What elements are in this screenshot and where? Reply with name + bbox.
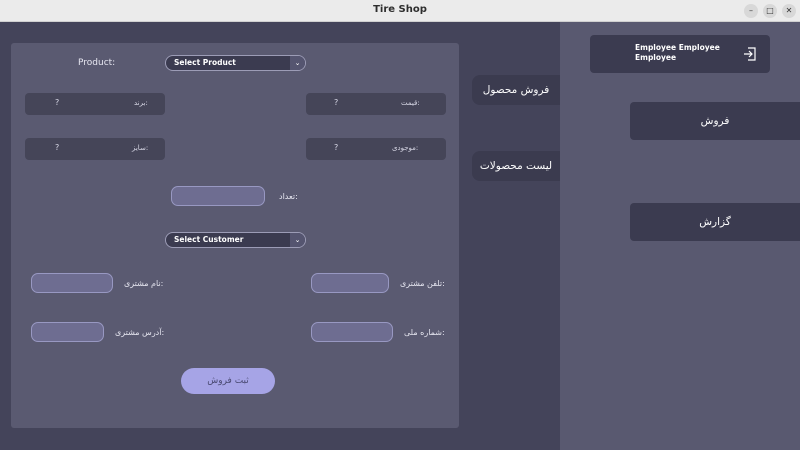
customer-phone-label: تلفن مشتری: bbox=[400, 279, 445, 288]
product-select[interactable]: Select Product ⌄ bbox=[165, 55, 306, 71]
chevron-down-icon: ⌄ bbox=[290, 56, 305, 70]
close-button[interactable]: ✕ bbox=[782, 4, 796, 18]
quantity-label: تعداد: bbox=[279, 192, 298, 201]
price-box: ? قیمت: bbox=[306, 93, 446, 115]
user-card: Employee Employee Employee bbox=[590, 35, 770, 73]
brand-value: ? bbox=[55, 98, 60, 107]
customer-address-input[interactable] bbox=[31, 322, 104, 342]
size-box: ? سایز: bbox=[25, 138, 165, 160]
brand-box: ? برند: bbox=[25, 93, 165, 115]
minimize-button[interactable]: – bbox=[744, 4, 758, 18]
customer-name-label: نام مشتری: bbox=[124, 279, 164, 288]
title-bar: Tire Shop – □ ✕ bbox=[0, 0, 800, 22]
stock-box: ? موجودی: bbox=[306, 138, 446, 160]
product-label: Product: bbox=[78, 58, 116, 68]
submit-sale-button[interactable]: ثبت فروش bbox=[181, 368, 275, 394]
customer-name-input[interactable] bbox=[31, 273, 113, 293]
tab-product-list[interactable]: لیست محصولات bbox=[472, 151, 560, 181]
customer-phone-input[interactable] bbox=[311, 273, 389, 293]
window-title: Tire Shop bbox=[373, 4, 427, 15]
quantity-input[interactable] bbox=[171, 186, 265, 206]
price-value: ? bbox=[334, 98, 339, 107]
maximize-button[interactable]: □ bbox=[763, 4, 777, 18]
customer-select[interactable]: Select Customer ⌄ bbox=[165, 232, 306, 248]
sidebar-item-sales[interactable]: فروش bbox=[630, 102, 800, 140]
tab-sell-product[interactable]: فروش محصول bbox=[472, 75, 560, 105]
stock-value: ? bbox=[334, 143, 339, 152]
national-id-input[interactable] bbox=[311, 322, 393, 342]
product-select-text: Select Product bbox=[174, 58, 236, 67]
user-name: Employee Employee Employee bbox=[635, 43, 720, 62]
price-label: قیمت: bbox=[401, 99, 420, 107]
size-value: ? bbox=[55, 143, 60, 152]
sidebar-item-reports[interactable]: گزارش bbox=[630, 203, 800, 241]
logout-icon[interactable] bbox=[742, 46, 758, 62]
national-id-label: شماره ملی: bbox=[404, 328, 445, 337]
brand-label: برند: bbox=[134, 99, 148, 107]
customer-select-text: Select Customer bbox=[174, 235, 244, 244]
chevron-down-icon: ⌄ bbox=[290, 233, 305, 247]
size-label: سایز: bbox=[132, 144, 149, 152]
stock-label: موجودی: bbox=[392, 144, 419, 152]
customer-address-label: آدرس مشتری: bbox=[115, 328, 165, 337]
